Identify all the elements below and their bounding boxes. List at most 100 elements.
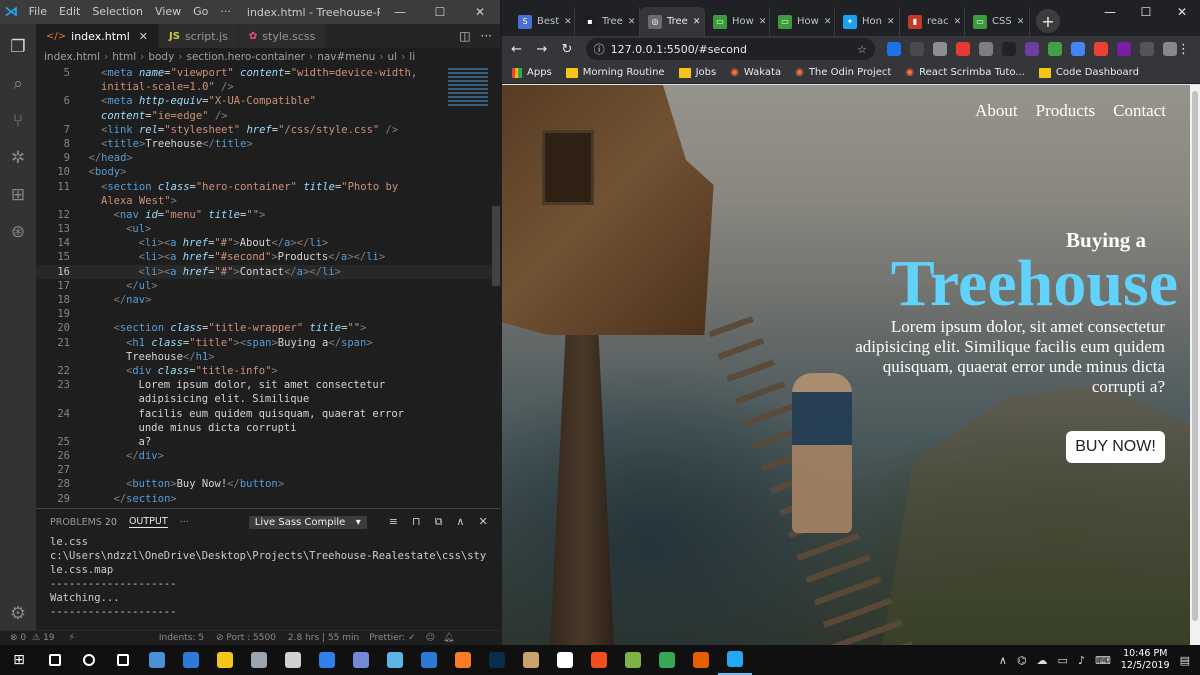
code-line[interactable]: 22 <div class="title-info">: [36, 364, 500, 378]
close-tab-icon[interactable]: ✕: [887, 17, 895, 27]
indent-status[interactable]: Indents: 5: [159, 633, 204, 643]
feedback-icon[interactable]: ☺: [426, 633, 435, 643]
extension-icon[interactable]: [1025, 42, 1039, 56]
browser-tab[interactable]: ▭ How ✕: [770, 7, 835, 36]
reload-icon[interactable]: ↻: [556, 42, 577, 57]
maximize-icon[interactable]: ☐: [1128, 0, 1164, 36]
code-line[interactable]: unde minus dicta corrupti: [36, 421, 500, 435]
info-icon[interactable]: ⓘ: [594, 41, 605, 57]
code-line[interactable]: 24 facilis eum quidem quisquam, quaerat e…: [36, 407, 500, 421]
prettier-status[interactable]: Prettier: ✓: [369, 633, 415, 643]
chrome-taskbar-button[interactable]: [650, 645, 684, 675]
chrome-menu-icon[interactable]: ⋮: [1177, 42, 1190, 57]
browser-tab[interactable]: ✦ Hon ✕: [835, 7, 900, 36]
volume-icon[interactable]: ♪: [1078, 654, 1085, 667]
browser-tab[interactable]: ▭ CSS ✕: [965, 7, 1030, 36]
code-line[interactable]: 16 <li><a href="#">Contact</a></li>: [36, 264, 500, 279]
extension-icon[interactable]: [887, 42, 901, 56]
lock-icon[interactable]: ⊓: [412, 515, 421, 529]
code-line[interactable]: 27: [36, 463, 500, 477]
close-icon[interactable]: ✕: [1164, 0, 1200, 36]
bookmark-item[interactable]: ◉ Wakata: [730, 67, 781, 78]
extension-icon[interactable]: [956, 42, 970, 56]
code-line[interactable]: 19: [36, 307, 500, 321]
code-line[interactable]: 6 <meta http-equiv="X-UA-Compatible": [36, 94, 500, 108]
code-line[interactable]: Alexa West">: [36, 194, 500, 208]
code-line[interactable]: 5 <meta name="viewport" content="width=de…: [36, 66, 500, 80]
close-tab-icon[interactable]: ✕: [954, 17, 962, 27]
close-tab-icon[interactable]: ✕: [628, 17, 636, 27]
maps-taskbar-button[interactable]: [412, 645, 446, 675]
firefox-taskbar-button[interactable]: [684, 645, 718, 675]
breadcrumb-item[interactable]: html: [112, 51, 136, 63]
close-tab-icon[interactable]: ✕: [759, 17, 767, 27]
tab-script-js[interactable]: JS script.js: [159, 24, 239, 48]
code-line[interactable]: 10 <body>: [36, 165, 500, 179]
store-taskbar-button[interactable]: [174, 645, 208, 675]
extension-icon[interactable]: [910, 42, 924, 56]
menu-item-go[interactable]: Go: [187, 0, 214, 24]
search-taskbar-button[interactable]: [38, 645, 72, 675]
tab-index-html[interactable]: </> index.html ✕: [36, 24, 160, 48]
extension-icon[interactable]: [979, 42, 993, 56]
discord-taskbar-button[interactable]: [344, 645, 378, 675]
extension-icon[interactable]: [1048, 42, 1062, 56]
tab-output[interactable]: OUTPUT: [128, 516, 168, 528]
address-bar[interactable]: ⓘ 127.0.0.1:5500/#second ☆: [585, 38, 875, 60]
menu-item-edit[interactable]: Edit: [53, 0, 86, 24]
clear-output-icon[interactable]: ≡: [389, 515, 398, 529]
tab-problems[interactable]: PROBLEMS 20: [50, 517, 117, 528]
close-tab-icon[interactable]: ✕: [139, 30, 148, 43]
output-channel-select[interactable]: Live Sass Compile ▾: [248, 515, 367, 529]
code-editor[interactable]: 5 <meta name="viewport" content="width=de…: [36, 66, 500, 508]
menu-more-icon[interactable]: ···: [214, 0, 237, 24]
breadcrumb-item[interactable]: index.html: [44, 51, 100, 63]
bookmark-item[interactable]: ◉ The Odin Project: [795, 67, 891, 78]
panel-more-icon[interactable]: ···: [180, 517, 189, 528]
warnings-status[interactable]: ⚠ 19: [32, 633, 54, 643]
sync-icon[interactable]: ⚡: [69, 633, 75, 643]
new-tab-button[interactable]: +: [1036, 9, 1060, 33]
copy-icon[interactable]: ⧉: [435, 515, 443, 529]
remote-icon[interactable]: ⊛: [0, 213, 36, 250]
code-line[interactable]: adipisicing elit. Similique: [36, 392, 500, 406]
action-center-icon[interactable]: ▤: [1180, 654, 1190, 667]
remote-desktop-taskbar-button[interactable]: [140, 645, 174, 675]
code-line[interactable]: 20 <section class="title-wrapper" title="…: [36, 321, 500, 335]
code-line[interactable]: 12 <nav id="menu" title="">: [36, 208, 500, 222]
gear-icon[interactable]: ⚙: [0, 603, 36, 624]
extension-icon[interactable]: [1071, 42, 1085, 56]
notifications-icon[interactable]: 🔔︎: [443, 633, 454, 643]
close-icon[interactable]: ✕: [460, 0, 500, 24]
code-line[interactable]: 8 <title>Treehouse</title>: [36, 137, 500, 151]
bookmark-item[interactable]: Morning Routine: [565, 67, 665, 78]
vscode-taskbar-button[interactable]: [718, 645, 752, 675]
errors-status[interactable]: ⊗ 0: [10, 633, 26, 643]
network-icon[interactable]: ⌬: [1017, 654, 1027, 667]
editor-scrollbar[interactable]: [492, 206, 500, 286]
task-view-taskbar-button[interactable]: [106, 645, 140, 675]
menu-item-selection[interactable]: Selection: [86, 0, 149, 24]
close-tab-icon[interactable]: ✕: [824, 17, 832, 27]
nav-link-contact[interactable]: Contact: [1113, 101, 1166, 121]
code-line[interactable]: 13 <ul>: [36, 222, 500, 236]
code-line[interactable]: 28 <button>Buy Now!</button>: [36, 477, 500, 491]
xampp-taskbar-button[interactable]: [446, 645, 480, 675]
browser-tab[interactable]: S Best ✕: [510, 7, 575, 36]
breadcrumb-item[interactable]: nav#menu: [317, 51, 375, 63]
cortana-taskbar-button[interactable]: [72, 645, 106, 675]
bookmark-item[interactable]: Jobs: [678, 67, 716, 78]
extension-icon[interactable]: [933, 42, 947, 56]
browser-tab[interactable]: ▮ reac ✕: [900, 7, 965, 36]
code-line[interactable]: 26 </div>: [36, 449, 500, 463]
bookmark-star-icon[interactable]: ☆: [857, 43, 867, 56]
calculator-taskbar-button[interactable]: [276, 645, 310, 675]
capture-taskbar-button[interactable]: [548, 645, 582, 675]
minimize-icon[interactable]: —: [380, 0, 420, 24]
buy-now-button[interactable]: BUY NOW!: [1066, 431, 1165, 463]
code-line[interactable]: content="ie=edge" />: [36, 109, 500, 123]
clock[interactable]: 10:46 PM 12/5/2019: [1121, 648, 1170, 672]
code-line[interactable]: 9 </head>: [36, 151, 500, 165]
bookmark-item[interactable]: Apps: [512, 67, 552, 78]
extension-icon[interactable]: [1094, 42, 1108, 56]
